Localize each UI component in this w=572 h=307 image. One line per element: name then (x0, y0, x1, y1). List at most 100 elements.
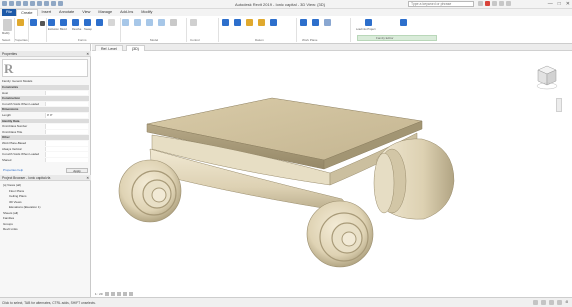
open-icon[interactable] (9, 1, 14, 6)
undo-icon[interactable] (23, 1, 28, 6)
property-group-header[interactable]: Constraints (1, 85, 89, 90)
property-group-header[interactable]: Identity Data (1, 118, 89, 124)
property-row[interactable]: OmniClass Number (1, 124, 89, 129)
sun-path-icon[interactable] (116, 291, 121, 296)
work-plane-set-icon[interactable] (312, 19, 319, 26)
property-row[interactable]: Cut with Voids When Loaded (1, 101, 89, 107)
properties-icon[interactable] (17, 19, 24, 26)
tab-annotate[interactable]: Annotate (55, 9, 78, 16)
void-forms-icon[interactable] (108, 19, 115, 26)
filter-icon[interactable] (557, 300, 563, 305)
viewcube[interactable] (536, 64, 558, 90)
user-icon[interactable] (485, 1, 490, 6)
opening-icon[interactable] (158, 19, 165, 26)
maximize-button[interactable]: □ (558, 1, 561, 7)
browser-item[interactable]: [o] Views (all) (3, 183, 21, 188)
property-value[interactable] (45, 141, 88, 146)
properties-help-link[interactable]: Properties help (3, 168, 23, 173)
browser-item[interactable]: 3D Views (9, 200, 22, 205)
close-icon[interactable]: ✕ (86, 175, 89, 181)
save-icon[interactable] (16, 1, 21, 6)
component-icon[interactable] (134, 19, 141, 26)
select-links-icon[interactable] (541, 300, 547, 305)
property-row[interactable]: OmniClass Title (1, 129, 89, 135)
tab-manage[interactable]: Manage (94, 9, 116, 16)
property-value[interactable] (45, 146, 88, 152)
print-icon[interactable] (37, 1, 42, 6)
property-row[interactable]: Work Plane-Based (1, 141, 89, 146)
load-into-project-icon[interactable] (365, 19, 372, 26)
scale-label[interactable]: 1 : 20 (95, 292, 103, 296)
property-row[interactable]: Host (1, 90, 89, 96)
worksets-icon[interactable] (533, 300, 539, 305)
measure-icon[interactable] (44, 1, 49, 6)
ref-plane-icon[interactable] (234, 19, 241, 26)
tab-create[interactable]: Create (16, 9, 38, 16)
property-value[interactable] (45, 90, 88, 96)
work-plane-icon[interactable] (300, 19, 307, 26)
property-row[interactable]: Always Vertical (1, 146, 89, 152)
property-group-header[interactable]: Dimensions (1, 107, 89, 112)
family-selector[interactable]: Family: Generic Models (1, 79, 89, 84)
model-line-icon[interactable] (122, 19, 129, 26)
tab-view[interactable]: View (78, 9, 94, 16)
paste-icon[interactable] (30, 19, 37, 26)
search-input[interactable]: Type a keyword or phrase (408, 1, 474, 7)
swept-blend-icon[interactable] (96, 19, 103, 26)
property-value[interactable] (45, 101, 88, 107)
shadows-icon[interactable] (122, 291, 127, 296)
tab-file[interactable]: File (2, 9, 17, 16)
visual-style-icon[interactable] (110, 291, 115, 296)
property-value[interactable] (45, 157, 88, 163)
browser-item[interactable]: Groups (3, 222, 13, 227)
blend-icon[interactable] (60, 19, 67, 26)
close-button[interactable]: ✕ (566, 1, 570, 7)
browser-item[interactable]: Floor Plans (9, 189, 24, 194)
cart-icon[interactable] (492, 1, 497, 6)
text-icon[interactable] (51, 1, 56, 6)
detail-level-icon[interactable] (104, 291, 109, 296)
browser-item[interactable]: Families (3, 216, 14, 221)
property-value[interactable] (45, 124, 88, 129)
tab-add-ins[interactable]: Add-Ins (116, 9, 137, 16)
help-icon[interactable] (506, 1, 511, 6)
browser-item[interactable]: Elevations (Elevation 1) (9, 205, 41, 210)
redo-icon[interactable] (30, 1, 35, 6)
revolve-icon[interactable] (72, 19, 79, 26)
minimize-button[interactable]: — (548, 1, 553, 7)
property-value[interactable] (45, 152, 88, 157)
exchange-icon[interactable] (499, 1, 504, 6)
3d-view-icon[interactable] (58, 1, 63, 6)
load-into-project-close-icon[interactable] (400, 19, 407, 26)
property-row[interactable]: Cut with Voids When Loaded (1, 152, 89, 157)
sweep-icon[interactable] (84, 19, 91, 26)
navigation-bar[interactable] (556, 98, 562, 112)
property-value[interactable] (45, 129, 88, 135)
model-text-icon[interactable] (146, 19, 153, 26)
cut-icon[interactable] (40, 21, 45, 26)
property-row[interactable]: Length 0' 0" (1, 113, 89, 118)
work-plane-show-icon[interactable] (324, 19, 331, 26)
search-icon[interactable] (478, 1, 483, 6)
tab-insert[interactable]: Insert (38, 9, 56, 16)
property-row[interactable]: Shared (1, 157, 89, 163)
set-icon[interactable] (246, 19, 253, 26)
ref-line-icon[interactable] (222, 19, 229, 26)
apply-button[interactable]: Apply (66, 168, 88, 173)
extrusion-icon[interactable] (48, 19, 55, 26)
viewer-icon[interactable] (270, 19, 277, 26)
property-group-header[interactable]: Other (1, 135, 89, 140)
app-icon[interactable] (2, 1, 7, 6)
browser-item[interactable]: Sheets (all) (3, 211, 18, 216)
3d-viewport[interactable] (92, 51, 572, 296)
property-value[interactable]: 0' 0" (45, 113, 88, 118)
browser-item[interactable]: Ceiling Plans (9, 194, 27, 199)
type-selector[interactable] (2, 59, 88, 77)
browser-item[interactable]: Revit Links (3, 227, 18, 232)
modify-icon[interactable] (3, 19, 12, 31)
close-icon[interactable]: ✕ (86, 51, 89, 57)
crop-icon[interactable] (128, 291, 133, 296)
control-icon[interactable] (190, 19, 197, 26)
property-group-header[interactable]: Construction (1, 96, 89, 101)
model-group-icon[interactable] (170, 19, 177, 26)
